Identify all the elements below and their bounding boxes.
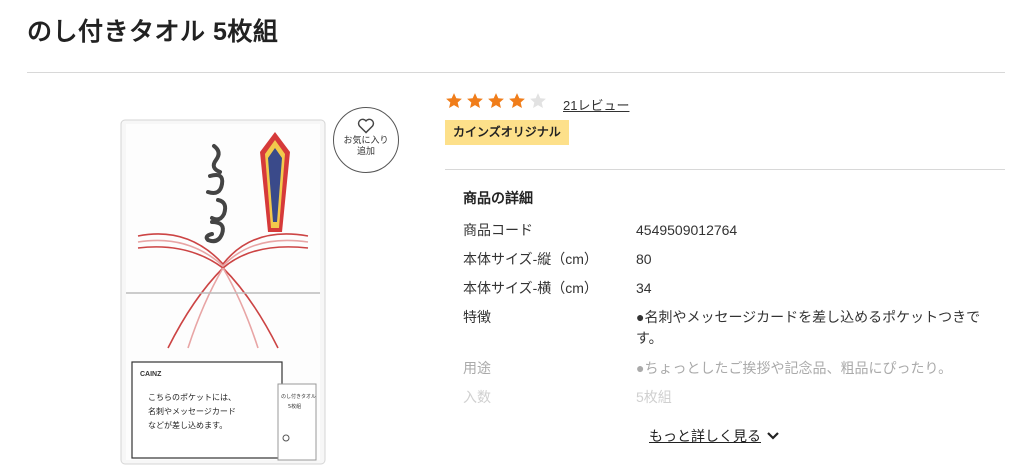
details-heading: 商品の詳細: [463, 190, 533, 206]
spec-label: 商品コード: [463, 222, 533, 238]
spec-value: 80: [636, 251, 652, 267]
svg-text:名刺やメッセージカード: 名刺やメッセージカード: [148, 406, 236, 416]
spec-label: 本体サイズ-縦（cm）: [463, 251, 598, 267]
divider: [445, 169, 1005, 170]
star-filled-icon: [446, 93, 462, 108]
spec-value: 4549509012764: [636, 222, 738, 238]
star-filled-icon: [467, 93, 483, 108]
rating-stars: [445, 92, 547, 110]
svg-text:こちらのポケットには、: こちらのポケットには、: [148, 393, 236, 402]
chevron-down-icon: [767, 432, 779, 440]
spec-value: ●ちょっとしたご挨拶や記念品、粗品にぴったり。: [636, 360, 953, 376]
star-filled-icon: [509, 93, 525, 108]
heart-icon: [357, 118, 375, 134]
spec-value: 34: [636, 280, 652, 296]
svg-text:のし付きタオル: のし付きタオル: [281, 393, 316, 400]
spec-value: 5枚組: [636, 389, 672, 405]
spec-label: 特徴: [463, 309, 491, 325]
star-empty-icon: [530, 93, 546, 108]
svg-text:CAINZ: CAINZ: [140, 371, 162, 378]
show-more-label: もっと詳しく見る: [649, 428, 761, 444]
divider: [27, 72, 1005, 73]
spec-label: 入数: [463, 389, 491, 405]
favorite-label-line1: お気に入り: [343, 135, 389, 145]
star-filled-icon: [488, 93, 504, 108]
spec-label: 用途: [463, 360, 491, 376]
svg-text:5枚組: 5枚組: [288, 403, 301, 410]
spec-value: ●名刺やメッセージカードを差し込めるポケットつきです。: [636, 309, 981, 346]
spec-label: 本体サイズ-横（cm）: [463, 280, 598, 296]
page-title: のし付きタオル 5枚組: [27, 18, 279, 46]
review-link[interactable]: 21レビュー: [563, 95, 629, 114]
show-more-link[interactable]: もっと詳しく見る: [649, 426, 779, 446]
original-badge: カインズオリジナル: [445, 120, 569, 145]
favorite-button[interactable]: お気に入り 追加: [333, 107, 399, 173]
favorite-label-line2: 追加: [356, 146, 375, 156]
svg-text:などが差し込めます。: などが差し込めます。: [148, 420, 227, 430]
